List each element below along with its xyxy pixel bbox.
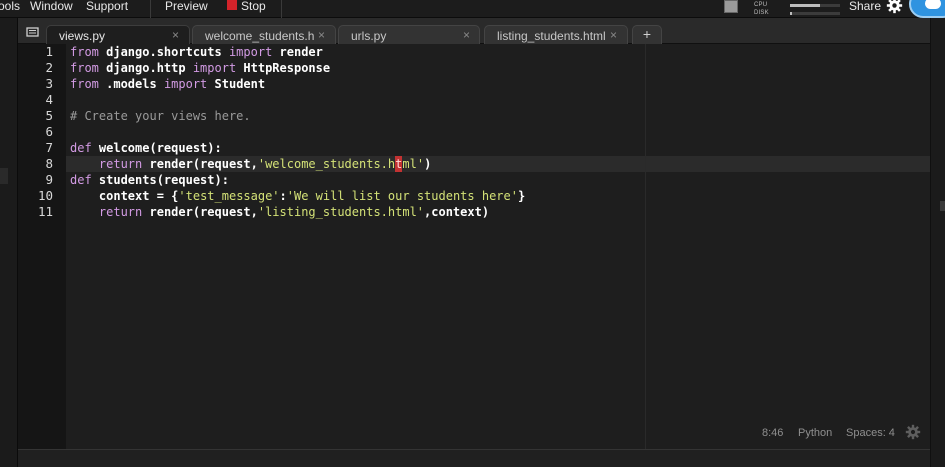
tab-label: urls.py	[351, 29, 387, 43]
keyword: import	[163, 77, 208, 91]
punctuation: ,context)	[424, 205, 490, 219]
indent-setting[interactable]: Spaces: 4	[846, 426, 895, 440]
line-number: 8	[45, 156, 53, 171]
keyword: def	[70, 141, 92, 155]
print-margin	[645, 44, 646, 449]
settings-gear-icon[interactable]	[885, 0, 904, 14]
code-editor[interactable]: 1 2 3 4 5 6 7 8 9 10 11 from django.shor…	[18, 44, 930, 449]
punctuation: :	[279, 189, 287, 203]
keyword: return	[98, 205, 143, 219]
tab-urls-py[interactable]: urls.py ×	[338, 25, 480, 44]
language-mode[interactable]: Python	[798, 426, 832, 440]
disk-label: DISK	[754, 10, 769, 16]
close-icon[interactable]: ×	[610, 28, 617, 42]
string-literal: ml'	[402, 157, 425, 171]
menubar-divider	[150, 0, 151, 18]
line-number: 3	[45, 76, 53, 91]
cloud-icon[interactable]	[909, 0, 945, 18]
bottom-panel-bar[interactable]	[18, 449, 930, 467]
keyword: from	[70, 77, 99, 91]
line-number: 10	[37, 188, 53, 203]
code-line: return render(request,'welcome_students.…	[70, 156, 431, 172]
tab-views-py[interactable]: views.py ×	[46, 25, 190, 44]
keyword: from	[70, 45, 99, 59]
function-def: students(request):	[91, 173, 229, 187]
line-number: 4	[45, 92, 53, 107]
tab-bar: views.py × welcome_students.h × urls.py …	[18, 18, 930, 44]
stop-button[interactable]: Stop	[241, 0, 266, 18]
disk-meter	[790, 12, 840, 15]
line-number: 6	[45, 124, 53, 139]
tab-listing-students[interactable]: listing_students.html ×	[484, 25, 628, 44]
tab-label: views.py	[59, 29, 106, 43]
call: render(request,	[142, 157, 258, 171]
punctuation: }	[517, 189, 526, 203]
line-number: 2	[45, 60, 53, 75]
left-side-panel[interactable]	[0, 18, 18, 467]
code-comment: # Create your views here.	[70, 109, 251, 123]
code-line: return render(request,'listing_students.…	[70, 204, 489, 220]
module: django.http	[98, 61, 193, 75]
line-number: 11	[37, 204, 53, 219]
tab-menu-icon[interactable]	[22, 25, 42, 39]
assignment: context = {	[98, 189, 179, 203]
menu-tools[interactable]: ools	[0, 0, 20, 18]
stop-icon[interactable]	[227, 0, 237, 10]
avatar[interactable]	[724, 0, 738, 13]
top-menubar: ools Window Support Preview Stop CPU DIS…	[0, 0, 945, 18]
string-literal: 'welcome_students.h	[257, 157, 396, 171]
preview-button[interactable]: Preview	[165, 0, 208, 18]
string-literal: 'test_message'	[178, 189, 280, 203]
line-number-gutter: 1 2 3 4 5 6 7 8 9 10 11	[18, 44, 66, 449]
keyword: def	[70, 173, 92, 187]
line-number: 7	[45, 140, 53, 155]
menu-window[interactable]: Window	[30, 0, 73, 18]
code-line: from django.http import HttpResponse	[70, 60, 330, 76]
identifier: Student	[207, 77, 266, 91]
module: .models	[98, 77, 164, 91]
cpu-meter	[790, 4, 840, 7]
right-side-panel[interactable]	[930, 18, 945, 467]
code-line: from django.shortcuts import render	[70, 44, 323, 60]
line-number: 5	[45, 108, 53, 123]
string-literal: 'listing_students.html'	[257, 205, 425, 219]
close-icon[interactable]: ×	[463, 28, 470, 42]
keyword: return	[98, 157, 143, 171]
identifier: HttpResponse	[236, 61, 331, 75]
keyword: import	[228, 45, 273, 59]
call: render(request,	[142, 205, 258, 219]
tab-label: welcome_students.h	[205, 29, 315, 43]
code-line: def students(request):	[70, 172, 229, 188]
function-def: welcome(request):	[91, 141, 222, 155]
new-tab-button[interactable]: +	[632, 25, 662, 44]
line-number: 1	[45, 44, 53, 59]
close-icon[interactable]: ×	[318, 28, 325, 42]
tab-label: listing_students.html	[497, 29, 606, 43]
code-line: from .models import Student	[70, 76, 265, 92]
code-line: context = {'test_message':'We will list …	[70, 188, 525, 204]
share-button[interactable]: Share	[849, 0, 881, 18]
keyword: import	[192, 61, 237, 75]
keyword: from	[70, 61, 99, 75]
cpu-label: CPU	[754, 2, 768, 8]
line-number: 9	[45, 172, 53, 187]
menu-support[interactable]: Support	[86, 0, 128, 18]
punctuation: )	[424, 157, 432, 171]
cursor-position[interactable]: 8:46	[762, 426, 783, 440]
tab-welcome-students[interactable]: welcome_students.h ×	[192, 25, 336, 44]
identifier: render	[272, 45, 323, 59]
module: django.shortcuts	[98, 45, 229, 59]
string-literal: 'We will list our students here'	[286, 189, 518, 203]
menubar-divider	[281, 0, 282, 18]
code-line: def welcome(request):	[70, 140, 222, 156]
editor-settings-gear-icon[interactable]	[905, 424, 921, 440]
close-icon[interactable]: ×	[172, 28, 179, 42]
